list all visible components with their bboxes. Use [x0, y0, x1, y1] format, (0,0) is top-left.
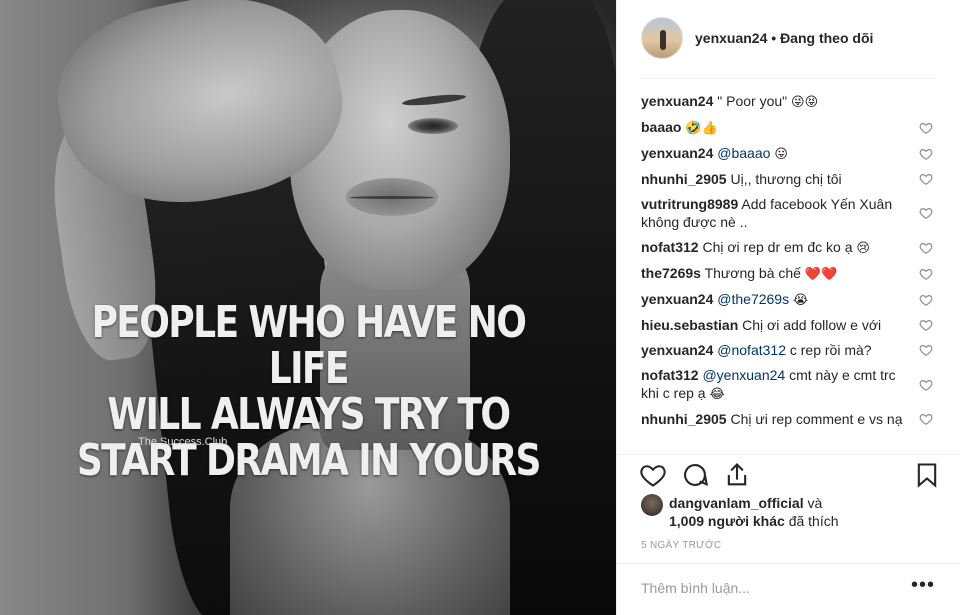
bookmark-icon[interactable] — [913, 461, 941, 489]
post-date[interactable]: 5 NGÀY TRƯỚC — [641, 540, 721, 551]
quote-line: PEOPLE WHO HAVE NO LIFE — [91, 297, 526, 394]
comment-emoji: 😭 — [792, 292, 809, 307]
avatar[interactable] — [641, 17, 683, 59]
post-sidebar: yenxuan24 • Đang theo dõi yenxuan24 " Po… — [616, 0, 960, 615]
comment-mention[interactable]: @the7269s — [717, 291, 789, 307]
comment-text: Chị ơi add follow e với — [742, 317, 882, 333]
comment-text: c rep rồi mà? — [789, 342, 872, 358]
comment-username[interactable]: nofat312 — [641, 367, 699, 383]
separator-dot: • — [767, 30, 781, 46]
comment-username[interactable]: nhunhi_2905 — [641, 171, 727, 187]
comment-item: the7269s Thương bà chế ❤️❤️ — [641, 264, 937, 283]
header-divider — [641, 78, 936, 79]
comment-emoji: ❤️❤️ — [804, 266, 838, 281]
comment-item: nhunhi_2905 Uị,, thương chị tôi — [641, 170, 937, 188]
comment-text: Uị,, thương chị tôi — [730, 171, 842, 187]
comment-mention[interactable]: @yenxuan24 — [702, 367, 785, 383]
comment-text: Chị ơi rep dr em đc ko ạ — [702, 239, 853, 255]
comment-username[interactable]: yenxuan24 — [641, 93, 713, 109]
comment-username[interactable]: yenxuan24 — [641, 342, 713, 358]
more-options-icon[interactable]: ••• — [911, 574, 935, 597]
liker-avatar[interactable] — [641, 494, 663, 516]
header-user-line: yenxuan24 • Đang theo dõi — [695, 30, 873, 46]
likes-and: và — [803, 495, 823, 511]
likes-text: dangvanlam_official và 1,009 người khác … — [669, 494, 941, 530]
comment-like-heart-icon[interactable] — [919, 206, 933, 220]
share-icon[interactable] — [723, 461, 751, 489]
comment-username[interactable]: the7269s — [641, 265, 701, 281]
comment-like-heart-icon[interactable] — [919, 267, 933, 281]
comment-username[interactable]: nhunhi_2905 — [641, 411, 727, 427]
comment-bubble-icon[interactable] — [681, 461, 709, 489]
avatar-figure — [660, 30, 666, 50]
post-image[interactable]: PEOPLE WHO HAVE NO LIFE WILL ALWAYS TRY … — [0, 0, 616, 615]
quote-line: WILL ALWAYS TRY TO — [107, 389, 511, 440]
post-header: yenxuan24 • Đang theo dõi — [617, 0, 960, 78]
quote-text: PEOPLE WHO HAVE NO LIFE WILL ALWAYS TRY … — [56, 300, 561, 484]
comment-item: yenxuan24 " Poor you" 😜😝 — [641, 92, 937, 111]
comment-item: baaao 🤣👍 — [641, 118, 937, 137]
watermark: The.Success.Club — [138, 436, 228, 448]
comment-text: " Poor you" — [717, 93, 788, 109]
photo-eye — [408, 118, 458, 134]
photo-lip-line — [350, 196, 434, 199]
comment-input[interactable]: Thêm bình luận... — [641, 580, 750, 596]
comment-username[interactable]: hieu.sebastian — [641, 317, 738, 333]
comment-emoji: 😛 — [774, 146, 788, 161]
comment-username[interactable]: vutritrung8989 — [641, 196, 738, 212]
comment-text: Thương bà chế — [704, 265, 801, 281]
comment-username[interactable]: yenxuan24 — [641, 291, 713, 307]
comment-username[interactable]: nofat312 — [641, 239, 699, 255]
comment-mention[interactable]: @nofat312 — [717, 342, 786, 358]
comment-item: hieu.sebastian Chị ơi add follow e với — [641, 316, 937, 334]
heart-outline-icon[interactable] — [639, 461, 667, 489]
quote-line: START DRAMA IN YOURS — [76, 435, 542, 486]
follow-status-button[interactable]: Đang theo dõi — [780, 30, 873, 46]
comment-like-heart-icon[interactable] — [919, 412, 933, 426]
comment-like-heart-icon[interactable] — [919, 378, 933, 392]
comment-like-heart-icon[interactable] — [919, 172, 933, 186]
comment-like-heart-icon[interactable] — [919, 343, 933, 357]
comment-item: nofat312 @yenxuan24 cmt này e cmt trc kh… — [641, 366, 937, 403]
comment-item: nofat312 Chị ơi rep dr em đc ko ạ 😢 — [641, 238, 937, 257]
comment-like-heart-icon[interactable] — [919, 147, 933, 161]
comment-username[interactable]: yenxuan24 — [641, 145, 713, 161]
comment-item: nhunhi_2905 Chị ưi rep comment e vs nạ — [641, 410, 937, 428]
comment-like-heart-icon[interactable] — [919, 241, 933, 255]
comments-list[interactable]: yenxuan24 " Poor you" 😜😝 baaao 🤣👍 yenxuan2… — [641, 92, 937, 454]
comment-emoji: 🤣👍 — [685, 120, 718, 135]
comment-like-heart-icon[interactable] — [919, 293, 933, 307]
comment-like-heart-icon[interactable] — [919, 121, 933, 135]
likes-liked: đã thích — [784, 513, 839, 529]
liker-username[interactable]: dangvanlam_official — [669, 495, 804, 511]
comment-item: yenxuan24 @nofat312 c rep rồi mà? — [641, 341, 937, 359]
instagram-post: PEOPLE WHO HAVE NO LIFE WILL ALWAYS TRY … — [0, 0, 960, 615]
comment-like-heart-icon[interactable] — [919, 318, 933, 332]
add-comment-bar: Thêm bình luận... ••• — [617, 563, 960, 615]
comment-emoji: 😂 — [709, 386, 725, 401]
comment-text: Chị ưi rep comment e vs nạ — [730, 411, 903, 427]
comment-item: yenxuan24 @the7269s 😭 — [641, 290, 937, 309]
likes-summary: dangvanlam_official và 1,009 người khác … — [641, 494, 941, 530]
action-bar — [617, 454, 960, 494]
comment-item: vutritrung8989 Add facebook Yến Xuân khô… — [641, 195, 937, 231]
username-link[interactable]: yenxuan24 — [695, 30, 767, 46]
comment-mention[interactable]: @baaao — [717, 145, 770, 161]
likes-others-link[interactable]: 1,009 người khác — [669, 513, 785, 529]
comment-username[interactable]: baaao — [641, 119, 681, 135]
comment-item: yenxuan24 @baaao 😛 — [641, 144, 937, 163]
comment-emoji: 😢 — [856, 240, 870, 255]
comment-emoji: 😜😝 — [791, 94, 819, 109]
